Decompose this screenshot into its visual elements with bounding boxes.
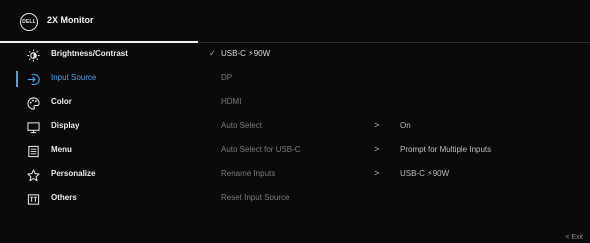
menu-item-label: Menu	[51, 145, 72, 154]
option-label: Reset Input Source	[221, 193, 290, 202]
menu-item-label: Input Source	[51, 73, 97, 82]
option-label: DP	[221, 73, 233, 82]
menu-item-personalize[interactable]: Personalize	[0, 163, 198, 187]
menu-icon	[26, 144, 40, 158]
option-dp[interactable]: DP	[198, 67, 590, 91]
check-icon: ✓	[209, 49, 216, 58]
active-indicator	[16, 71, 18, 87]
option-hdmi[interactable]: HDMI	[198, 91, 590, 115]
menu-item-label: Brightness/Contrast	[51, 49, 128, 58]
menu-item-display[interactable]: Display	[0, 115, 198, 139]
menu-item-label: Personalize	[51, 169, 96, 178]
osd-header: DELL 2X Monitor	[0, 0, 590, 42]
exit-button[interactable]: < Exit	[565, 234, 583, 241]
chevron-right-icon: >	[374, 120, 380, 130]
dell-logo: DELL	[20, 13, 38, 31]
option-value: USB-C ⚡90W	[400, 169, 450, 178]
display-icon	[26, 120, 40, 134]
option-auto-select[interactable]: Auto Select > On	[198, 115, 590, 139]
option-rename-inputs[interactable]: Rename Inputs > USB-C ⚡90W	[198, 163, 590, 187]
chevron-right-icon: >	[374, 168, 380, 178]
option-usb-c[interactable]: ✓ USB-C ⚡90W	[198, 43, 590, 67]
menu-item-others[interactable]: Others	[0, 187, 198, 211]
menu-item-label: Color	[51, 97, 72, 106]
star-icon	[26, 168, 40, 182]
option-label: Rename Inputs	[221, 169, 276, 178]
option-value: On	[400, 121, 411, 130]
option-auto-select-usb-c[interactable]: Auto Select for USB-C > Prompt for Multi…	[198, 139, 590, 163]
option-value: Prompt for Multiple Inputs	[400, 145, 492, 154]
others-icon	[26, 192, 40, 206]
monitor-title: 2X Monitor	[47, 15, 94, 25]
option-label: USB-C ⚡90W	[221, 49, 271, 58]
menu-item-brightness-contrast[interactable]: Brightness/Contrast	[0, 43, 198, 67]
menu-item-label: Display	[51, 121, 80, 130]
option-reset-input-source[interactable]: Reset Input Source	[198, 187, 590, 211]
menu-item-input-source[interactable]: Input Source	[0, 67, 198, 91]
main-menu: Brightness/Contrast Input Source Color D…	[0, 43, 198, 223]
monitor-osd: DELL 2X Monitor Brightness/Contrast Inpu…	[0, 0, 590, 243]
menu-item-label: Others	[51, 193, 77, 202]
option-label: HDMI	[221, 97, 242, 106]
input-source-submenu: ✓ USB-C ⚡90W DP HDMI Auto Select > On Au…	[198, 43, 590, 223]
option-label: Auto Select for USB-C	[221, 145, 301, 154]
chevron-right-icon: >	[374, 144, 380, 154]
menu-item-menu[interactable]: Menu	[0, 139, 198, 163]
color-palette-icon	[26, 96, 40, 110]
input-source-icon	[26, 72, 40, 86]
menu-item-color[interactable]: Color	[0, 91, 198, 115]
option-label: Auto Select	[221, 121, 262, 130]
brightness-icon	[26, 48, 40, 62]
